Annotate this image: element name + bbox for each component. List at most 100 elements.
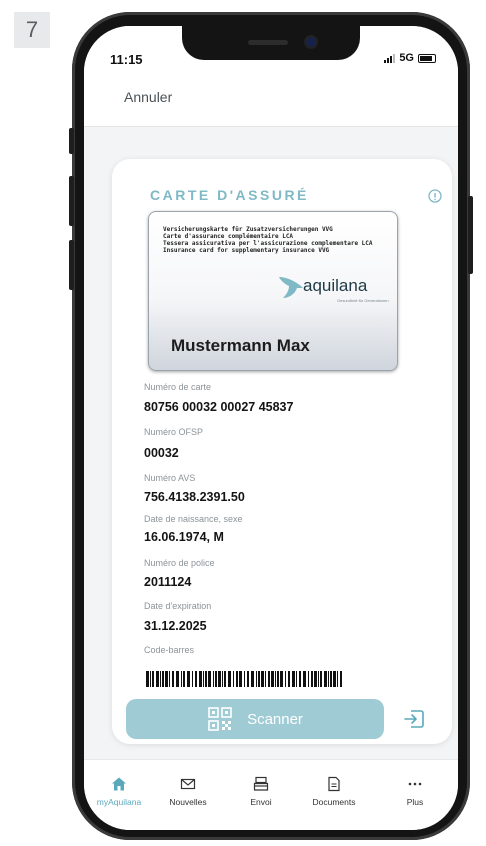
barcode-bar — [328, 671, 329, 687]
front-camera — [306, 37, 316, 47]
card-line: Insurance card for supplementary insuran… — [163, 247, 330, 254]
phone-power-button — [468, 196, 473, 274]
battery-icon — [418, 53, 436, 63]
barcode-bar — [192, 671, 193, 687]
barcode-bar — [268, 671, 270, 687]
barcode-bar — [165, 671, 168, 687]
tab-myaquilana[interactable]: myAquilana — [84, 776, 154, 807]
barcode-bar — [236, 671, 238, 687]
barcode-bar — [271, 671, 274, 687]
ofsp-number-value: 00032 — [144, 446, 179, 460]
barcode-bar — [199, 671, 202, 687]
brand-name: aquilana — [303, 276, 368, 295]
card-title: CARTE D'ASSURÉ — [150, 187, 309, 203]
tab-label: myAquilana — [96, 797, 142, 807]
barcode-bar — [203, 671, 204, 687]
barcode-bar — [181, 671, 182, 687]
scanner-button[interactable]: Scanner — [126, 699, 384, 739]
barcode-bar — [215, 671, 217, 687]
export-icon[interactable] — [402, 707, 426, 731]
barcode-bar — [330, 671, 332, 687]
barcode-bar — [233, 671, 234, 687]
expiry-date-value: 31.12.2025 — [144, 619, 207, 633]
barcode-bar — [160, 671, 161, 687]
brand-tagline: Gesundheit für Generationen — [337, 298, 389, 303]
barcode-bar — [244, 671, 245, 687]
barcode-bar — [213, 671, 214, 687]
barcode-bar — [228, 671, 231, 687]
barcode-bar — [333, 671, 336, 687]
barcode-bar — [172, 671, 174, 687]
barcode-bar — [318, 671, 319, 687]
document-icon — [328, 776, 340, 792]
phone-mute-switch — [69, 128, 74, 154]
more-icon — [408, 782, 422, 786]
barcode-bar — [251, 671, 254, 687]
birth-date-label: Date de naissance, sexe — [144, 514, 243, 524]
barcode-bar — [195, 671, 197, 687]
barcode-bar — [256, 671, 257, 687]
barcode-bar — [299, 671, 301, 687]
status-indicators: 5G — [384, 52, 436, 64]
barcode-bar — [205, 671, 207, 687]
tab-label: Documents — [312, 797, 356, 807]
barcode-bar — [285, 671, 286, 687]
speaker-grille — [248, 40, 288, 45]
barcode-bar — [280, 671, 283, 687]
bottom-tab-bar: myAquilana Nouvelles Envoi Documents Plu… — [84, 759, 458, 830]
card-number-label: Numéro de carte — [144, 382, 212, 392]
tab-nouvelles[interactable]: Nouvelles — [153, 776, 223, 807]
birth-date-value: 16.06.1974, M — [144, 530, 224, 544]
barcode-bar — [176, 671, 179, 687]
barcode-bar — [292, 671, 295, 687]
barcode-bar — [340, 671, 342, 687]
barcode-bar — [162, 671, 164, 687]
barcode-bar — [324, 671, 327, 687]
card-line: Versicherungskarte für Zusatzversicherun… — [163, 226, 333, 233]
tab-plus[interactable]: Plus — [380, 776, 450, 807]
policy-number-label: Numéro de police — [144, 558, 215, 568]
barcode-bar — [222, 671, 223, 687]
barcode-bar — [239, 671, 242, 687]
info-icon[interactable] — [428, 189, 442, 203]
barcode-image — [146, 671, 342, 687]
mail-icon — [180, 778, 196, 790]
barcode-bar — [169, 671, 170, 687]
network-label: 5G — [399, 52, 414, 64]
insurance-card-panel: CARTE D'ASSURÉ Versicherungskarte für Zu… — [112, 159, 452, 744]
card-line: Tessera assicurativa per l'assicurazione… — [163, 240, 373, 247]
barcode-bar — [314, 671, 317, 687]
qr-code-icon — [208, 707, 232, 731]
barcode-bar — [296, 671, 297, 687]
tab-label: Nouvelles — [169, 797, 207, 807]
barcode-bar — [152, 671, 154, 687]
expiry-date-label: Date d'expiration — [144, 601, 212, 611]
barcode-bar — [320, 671, 322, 687]
signal-icon — [384, 53, 396, 63]
barcode-bar — [311, 671, 313, 687]
barcode-bar — [218, 671, 221, 687]
cancel-button[interactable]: Annuler — [124, 89, 172, 105]
barcode-bar — [224, 671, 226, 687]
tab-label: Plus — [406, 797, 424, 807]
insurance-card-image[interactable]: Versicherungskarte für Zusatzversicherun… — [148, 211, 398, 371]
home-icon — [112, 777, 126, 791]
barcode-bar — [265, 671, 266, 687]
send-icon — [253, 776, 269, 791]
card-holder-name: Mustermann Max — [171, 336, 310, 355]
barcode-bar — [337, 671, 338, 687]
tab-documents[interactable]: Documents — [299, 776, 369, 807]
phone-volume-up — [69, 176, 74, 226]
tab-envoi[interactable]: Envoi — [226, 776, 296, 807]
aquilana-logo: aquilana Gesundheit für Generationen — [277, 270, 397, 306]
scanner-button-label: Scanner — [247, 710, 303, 728]
barcode-bar — [187, 671, 190, 687]
barcode-bar — [183, 671, 185, 687]
barcode-bar — [288, 671, 290, 687]
card-number-value: 80756 00032 00027 45837 — [144, 400, 294, 414]
status-time: 11:15 — [110, 52, 143, 67]
barcode-bar — [150, 671, 151, 687]
barcode-bar — [275, 671, 276, 687]
barcode-bar — [277, 671, 279, 687]
app-screen: 11:15 5G Annuler CARTE D'ASSURÉ Versiche… — [84, 26, 458, 830]
